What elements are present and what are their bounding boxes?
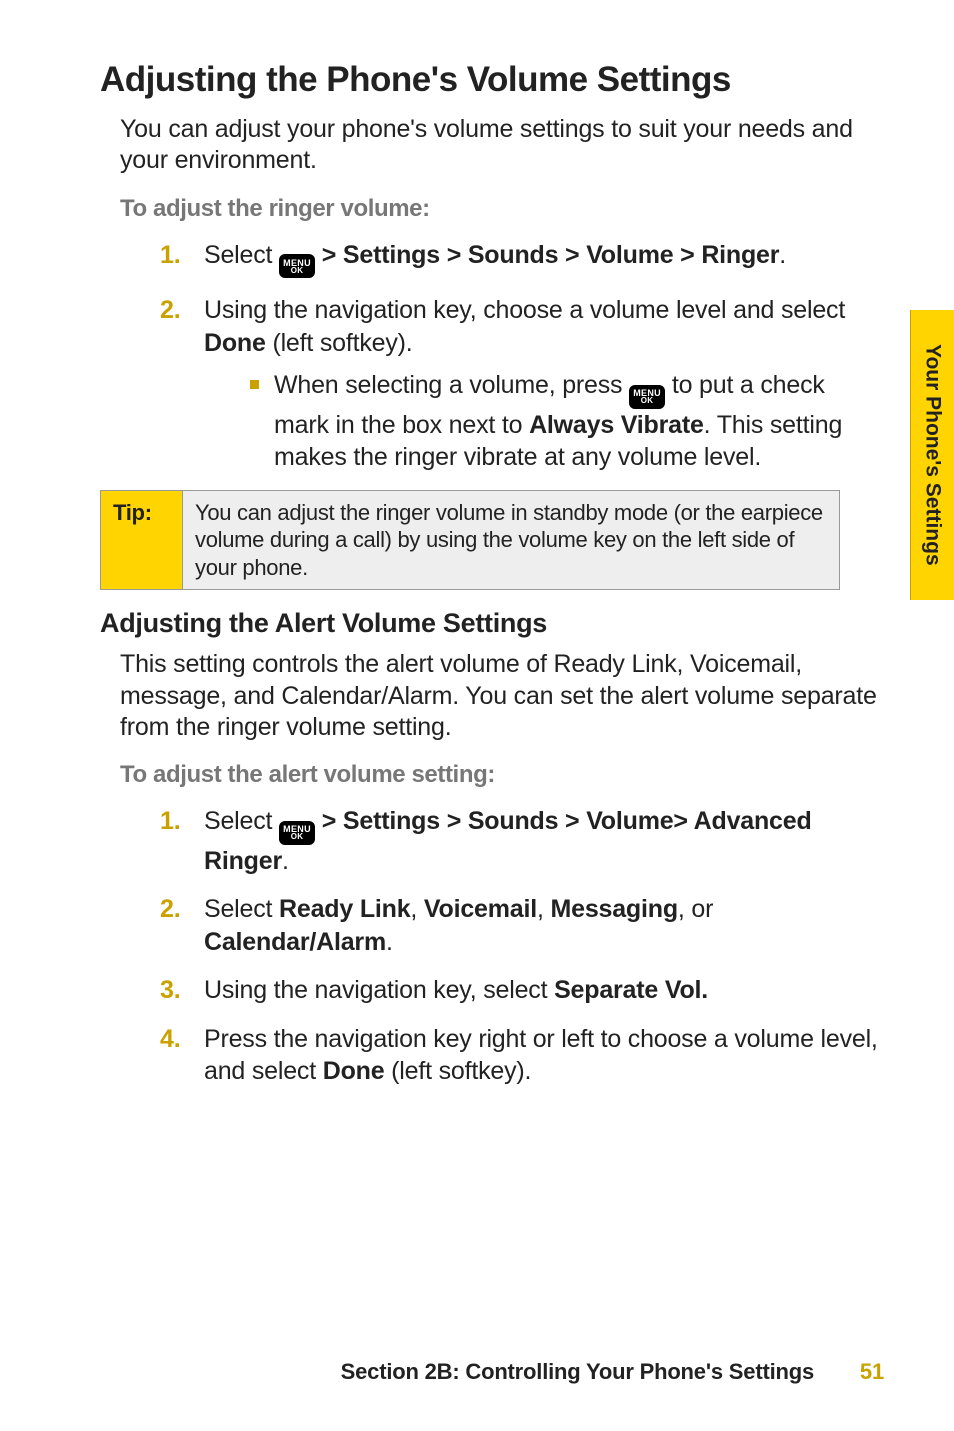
- sep: ,: [537, 895, 551, 923]
- procedure-lead-2: To adjust the alert volume setting:: [120, 761, 884, 789]
- menu-ok-icon: MENUOK: [279, 821, 315, 845]
- step-text: Using the navigation key, select: [204, 976, 554, 1004]
- side-tab-label: Your Phone's Settings: [921, 344, 945, 566]
- menu-ok-icon: MENUOK: [279, 254, 315, 278]
- substep-text: When selecting a volume, press: [274, 371, 629, 399]
- option-readylink: Ready Link: [279, 895, 410, 923]
- tip-label: Tip:: [101, 490, 183, 590]
- intro-text: You can adjust your phone's volume setti…: [120, 114, 884, 177]
- page-footer: Section 2B: Controlling Your Phone's Set…: [100, 1359, 884, 1385]
- step-path: > Settings > Sounds > Volume > Ringer: [315, 241, 779, 269]
- intro-text-2: This setting controls the alert volume o…: [120, 649, 884, 743]
- step-text: Using the navigation key, choose a volum…: [204, 296, 845, 324]
- step-2-2: Select Ready Link, Voicemail, Messaging,…: [160, 893, 884, 958]
- step-2-1: Select MENUOK > Settings > Sounds > Volu…: [160, 805, 884, 877]
- procedure-lead-1: To adjust the ringer volume:: [120, 195, 884, 223]
- substep-1: When selecting a volume, press MENUOK to…: [250, 369, 884, 474]
- step-tail: (left softkey).: [384, 1057, 531, 1085]
- substep-list: When selecting a volume, press MENUOK to…: [250, 369, 884, 474]
- footer-section: Section 2B: Controlling Your Phone's Set…: [341, 1359, 814, 1384]
- icon-bottom: OK: [641, 397, 654, 404]
- separate-vol-label: Separate Vol.: [554, 976, 708, 1004]
- tip-box: Tip: You can adjust the ringer volume in…: [100, 490, 840, 591]
- subsection-title: Adjusting the Alert Volume Settings: [100, 608, 884, 639]
- step-tail: (left softkey).: [266, 329, 413, 357]
- option-messaging: Messaging: [550, 895, 677, 923]
- step-1-2: Using the navigation key, choose a volum…: [160, 294, 884, 474]
- side-tab: Your Phone's Settings: [910, 310, 954, 600]
- option-calendar-alarm: Calendar/Alarm: [204, 928, 386, 956]
- done-label: Done: [323, 1057, 385, 1085]
- step-2-4: Press the navigation key right or left t…: [160, 1023, 884, 1088]
- option-voicemail: Voicemail: [424, 895, 537, 923]
- steps-list-1: Select MENUOK > Settings > Sounds > Volu…: [160, 239, 884, 474]
- step-2-3: Using the navigation key, select Separat…: [160, 974, 884, 1007]
- step-text: Press the navigation key right or left t…: [204, 1025, 878, 1086]
- step-1-1: Select MENUOK > Settings > Sounds > Volu…: [160, 239, 884, 279]
- step-text: Select: [204, 895, 279, 923]
- step-tail: .: [779, 241, 786, 269]
- sep: .: [386, 928, 393, 956]
- always-vibrate-label: Always Vibrate: [529, 411, 704, 439]
- footer-page-number: 51: [860, 1359, 884, 1384]
- step-text: Select: [204, 241, 279, 269]
- icon-bottom: OK: [291, 267, 304, 274]
- menu-ok-icon: MENUOK: [629, 385, 665, 409]
- sep: ,: [410, 895, 424, 923]
- steps-list-2: Select MENUOK > Settings > Sounds > Volu…: [160, 805, 884, 1088]
- icon-bottom: OK: [291, 833, 304, 840]
- done-label: Done: [204, 329, 266, 357]
- step-tail: .: [282, 847, 289, 875]
- tip-text: You can adjust the ringer volume in stan…: [183, 490, 840, 590]
- page-title: Adjusting the Phone's Volume Settings: [100, 60, 884, 100]
- sep: , or: [678, 895, 713, 923]
- step-text: Select: [204, 807, 279, 835]
